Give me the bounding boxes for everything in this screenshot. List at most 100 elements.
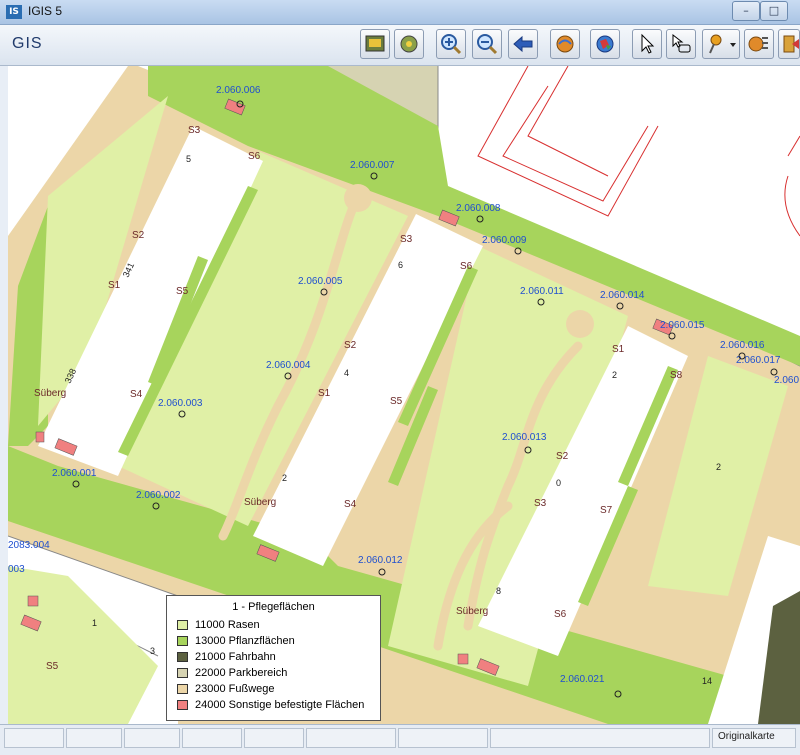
map-canvas[interactable]: 2.060.006 2.060.007 2.060.008 2.060.009 … xyxy=(8,66,800,724)
marker-label[interactable]: S7 xyxy=(600,505,613,516)
status-cell xyxy=(490,728,710,748)
parcel-label[interactable]: 003 xyxy=(8,564,25,575)
parcel-label[interactable]: 2.060.016 xyxy=(720,340,765,351)
status-bar: Originalkarte xyxy=(0,724,800,755)
legend-swatch xyxy=(177,620,188,630)
street-number: 0 xyxy=(556,478,561,488)
marker-label[interactable]: S6 xyxy=(248,151,261,162)
marker-label[interactable]: S4 xyxy=(344,499,357,510)
zoom-in-button[interactable] xyxy=(436,29,466,59)
parcel-label[interactable]: 2.060.008 xyxy=(456,203,501,214)
marker-label[interactable]: S2 xyxy=(132,230,145,241)
marker-label[interactable]: S5 xyxy=(46,661,59,672)
status-cell xyxy=(4,728,64,748)
parcel-label[interactable]: 2.060.009 xyxy=(482,235,527,246)
minimize-button[interactable]: – xyxy=(732,1,760,21)
arrow-left-icon xyxy=(513,35,533,53)
map-legend[interactable]: 1 - Pflegeflächen 11000 Rasen 13000 Pfla… xyxy=(166,595,381,721)
parcel-label[interactable]: 2.060.004 xyxy=(266,360,311,371)
legend-swatch xyxy=(177,652,188,662)
roundabout-path-2 xyxy=(566,310,594,338)
window-title: IGIS 5 xyxy=(28,4,63,18)
marker-label[interactable]: S2 xyxy=(344,340,357,351)
layer-list-icon xyxy=(748,36,768,52)
parcel-label[interactable]: 2.060.021 xyxy=(560,674,605,685)
back-button[interactable] xyxy=(508,29,538,59)
layers-icon xyxy=(556,35,574,53)
street-number: 6 xyxy=(398,260,403,270)
select-rect-button[interactable] xyxy=(666,29,696,59)
toolbar: GIS xyxy=(0,25,800,66)
globe-button[interactable] xyxy=(590,29,620,59)
pointer-icon xyxy=(641,33,655,54)
title-bar[interactable]: IS IGIS 5 – □ xyxy=(0,0,800,25)
street-number: 2 xyxy=(612,370,617,380)
street-number: 4 xyxy=(344,368,349,378)
layers-button[interactable] xyxy=(550,29,580,59)
legend-label: 21000 Fahrbahn xyxy=(195,651,276,663)
pin-button[interactable] xyxy=(702,29,740,59)
marker-label[interactable]: S5 xyxy=(176,286,189,297)
maximize-button[interactable]: □ xyxy=(760,1,788,21)
street-number: 2 xyxy=(716,462,721,472)
parcel-label[interactable]: 2.060.006 xyxy=(216,85,261,96)
marker-label[interactable]: S4 xyxy=(130,389,143,400)
map-settings-button[interactable] xyxy=(394,29,424,59)
app-title: GIS xyxy=(12,35,43,52)
parcel-label[interactable]: 2.060.001 xyxy=(52,468,97,479)
legend-item-fusswege: 23000 Fußwege xyxy=(167,681,380,697)
marker-label[interactable]: S2 xyxy=(556,451,569,462)
marker-label[interactable]: S6 xyxy=(460,261,473,272)
legend-item-pflanzflaechen: 13000 Pflanzflächen xyxy=(167,633,380,649)
legend-item-fahrbahn: 21000 Fahrbahn xyxy=(167,649,380,665)
parcel-label[interactable]: 2.060.002 xyxy=(136,490,181,501)
legend-title: 1 - Pflegeflächen xyxy=(232,601,315,613)
marker-label[interactable]: S3 xyxy=(400,234,413,245)
marker-label[interactable]: S1 xyxy=(612,344,625,355)
parcel-label[interactable]: 2.060.011 xyxy=(520,286,564,297)
legend-item-sonstige: 24000 Sonstige befestigte Flächen xyxy=(167,697,380,713)
map-svg[interactable]: 2.060.006 2.060.007 2.060.008 2.060.009 … xyxy=(8,66,800,724)
parcel-label[interactable]: 2.060.017 xyxy=(736,355,781,366)
legend-swatch xyxy=(177,636,188,646)
exit-button[interactable] xyxy=(778,29,800,59)
map-print-button[interactable] xyxy=(360,29,390,59)
parcel-label[interactable]: 2.060.015 xyxy=(660,320,705,331)
marker-label[interactable]: Süberg xyxy=(456,606,488,617)
parcel-label[interactable]: 2.060.007 xyxy=(350,160,395,171)
legend-label: 11000 Rasen xyxy=(195,619,260,631)
gear-icon xyxy=(400,35,418,53)
globe-icon xyxy=(596,35,614,53)
marker-label[interactable]: Süberg xyxy=(34,388,66,399)
parcel-label[interactable]: 2083.004 xyxy=(8,540,50,551)
marker-label[interactable]: S1 xyxy=(318,388,331,399)
parcel-label[interactable]: 2.060.014 xyxy=(600,290,645,301)
parcel-label[interactable]: 2.060.012 xyxy=(358,555,403,566)
status-cell xyxy=(244,728,304,748)
legend-swatch xyxy=(177,684,188,694)
marker-label[interactable]: Süberg xyxy=(244,497,276,508)
marker-label[interactable]: S6 xyxy=(554,609,567,620)
street-number: 14 xyxy=(702,676,712,686)
parcel-label[interactable]: 2.060 xyxy=(774,375,799,386)
parcel-label[interactable]: 2.060.003 xyxy=(158,398,203,409)
marker-label[interactable]: S1 xyxy=(108,280,121,291)
marker-label[interactable]: S3 xyxy=(534,498,547,509)
zoom-in-icon xyxy=(441,34,462,55)
parcel-label[interactable]: 2.060.013 xyxy=(502,432,547,443)
status-cell xyxy=(306,728,396,748)
roundabout-path-1 xyxy=(344,184,372,212)
parcel-label[interactable]: 2.060.005 xyxy=(298,276,343,287)
street-number: 8 xyxy=(496,586,501,596)
select-button[interactable] xyxy=(632,29,662,59)
status-cell xyxy=(398,728,488,748)
marker-label[interactable]: S8 xyxy=(670,370,683,381)
zoom-out-button[interactable] xyxy=(472,29,502,59)
legend-item-rasen: 11000 Rasen xyxy=(167,617,380,633)
pointer-rect-icon xyxy=(672,33,691,53)
marker-label[interactable]: S3 xyxy=(188,125,201,136)
street-number: 2 xyxy=(282,473,287,483)
marker-label[interactable]: S5 xyxy=(390,396,403,407)
zoom-out-icon xyxy=(477,34,498,55)
layer-list-button[interactable] xyxy=(744,29,774,59)
